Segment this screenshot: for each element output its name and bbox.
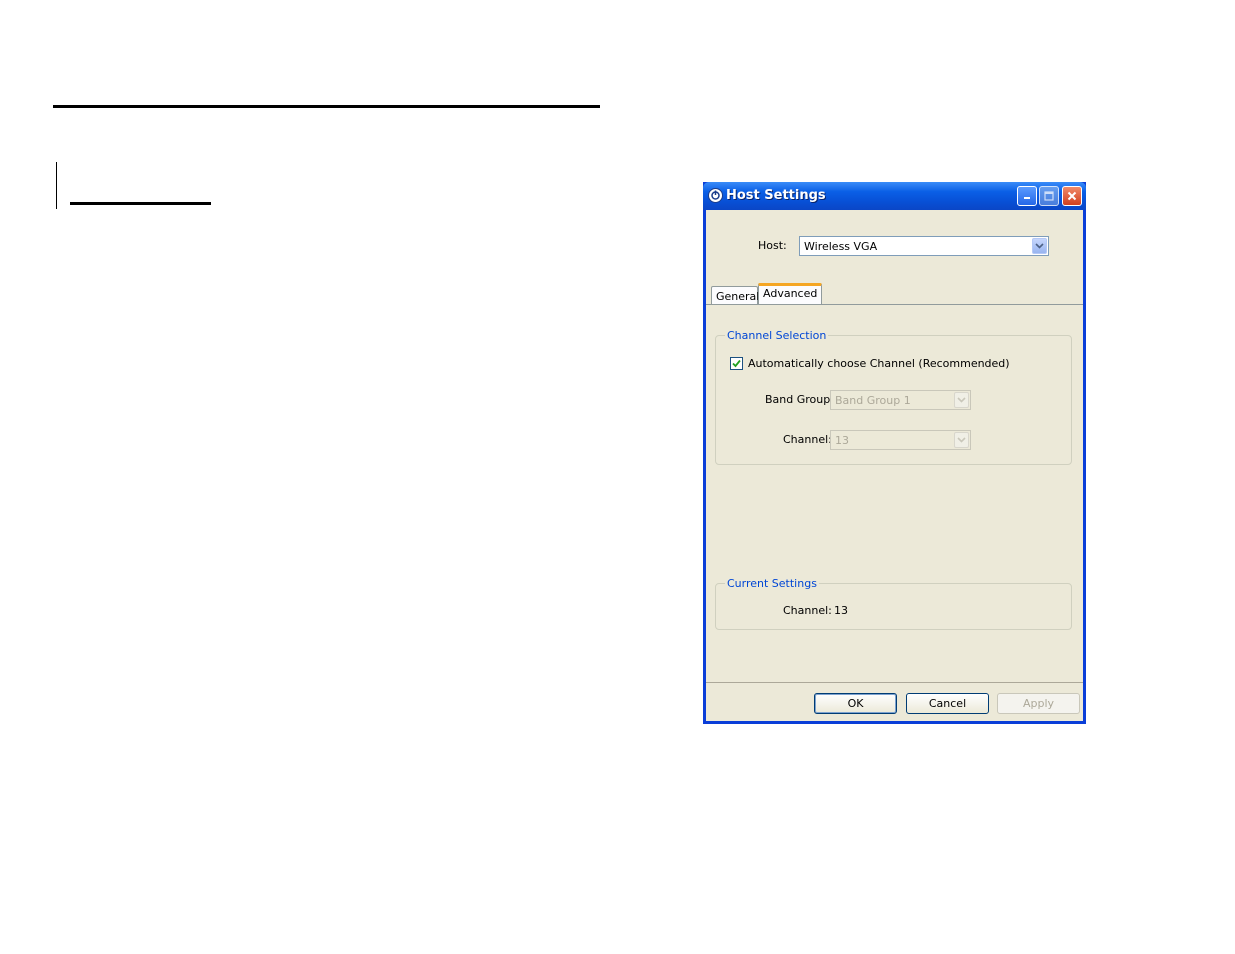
tab-general-label: General: [716, 290, 760, 303]
app-icon: [708, 188, 723, 203]
channel-value: 13: [835, 434, 849, 447]
short-rule: [70, 202, 211, 205]
current-channel-value: 13: [834, 604, 848, 617]
ok-button[interactable]: OK: [814, 693, 897, 714]
tab-general[interactable]: General: [711, 286, 760, 305]
band-group-label: Band Group:: [765, 393, 834, 406]
close-button[interactable]: [1062, 186, 1082, 206]
tab-panel-border: [706, 304, 1083, 305]
minimize-button[interactable]: [1017, 186, 1037, 206]
title-bar[interactable]: Host Settings: [703, 182, 1086, 210]
tab-advanced-label: Advanced: [763, 287, 818, 300]
channel-dropdown[interactable]: 13: [830, 430, 971, 450]
auto-channel-label[interactable]: Automatically choose Channel (Recommende…: [748, 357, 1010, 370]
chevron-down-icon: [954, 432, 969, 448]
chevron-down-icon: [954, 392, 969, 408]
chevron-down-icon[interactable]: [1032, 238, 1047, 254]
maximize-button[interactable]: [1039, 186, 1059, 206]
host-dropdown[interactable]: Wireless VGA: [799, 236, 1049, 256]
host-settings-window: Host Settings Host: Wireless VGA General…: [703, 182, 1086, 724]
close-icon: [1067, 191, 1077, 201]
band-group-value: Band Group 1: [835, 394, 911, 407]
current-settings-title: Current Settings: [725, 577, 819, 590]
minimize-icon: [1024, 197, 1030, 199]
margin-bar: [56, 162, 57, 209]
maximize-icon: [1044, 191, 1054, 201]
host-value: Wireless VGA: [804, 240, 878, 253]
host-label: Host:: [758, 239, 787, 252]
channel-selection-title: Channel Selection: [725, 329, 829, 342]
auto-channel-checkbox[interactable]: [730, 357, 743, 370]
channel-label: Channel:: [783, 433, 832, 446]
current-settings-group: [715, 583, 1072, 630]
current-channel-label: Channel:: [783, 604, 832, 617]
window-title: Host Settings: [726, 188, 826, 203]
tab-advanced[interactable]: Advanced: [758, 283, 822, 305]
checkmark-icon: [732, 359, 741, 368]
dialog-body: Host: Wireless VGA General Advanced Chan…: [706, 210, 1083, 721]
footer-divider: [706, 682, 1083, 683]
band-group-dropdown[interactable]: Band Group 1: [830, 390, 971, 410]
top-rule: [53, 105, 600, 108]
apply-button[interactable]: Apply: [997, 693, 1080, 714]
cancel-button[interactable]: Cancel: [906, 693, 989, 714]
